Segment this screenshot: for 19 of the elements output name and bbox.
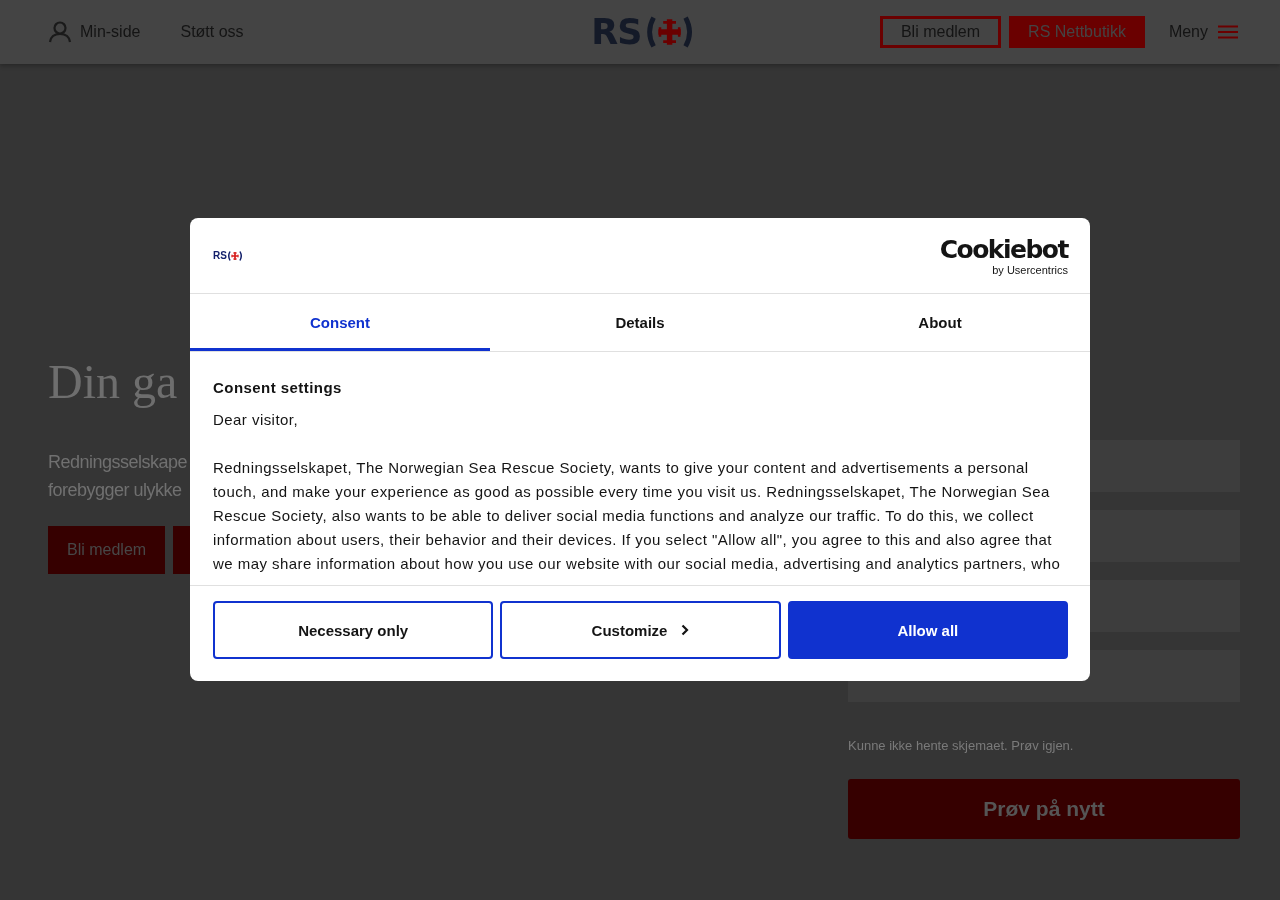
hero-text-line: Redningsselskape bbox=[48, 451, 188, 474]
shop-button[interactable]: RS Nettbutikk bbox=[1009, 16, 1145, 48]
section-heading: Consent settings bbox=[213, 378, 343, 398]
brand-logo: Cookiebot bbox=[939, 235, 1068, 264]
error-message: Kunne ikke hente skjemaet. Prøv igjen. bbox=[848, 738, 1075, 753]
site-logo: RS bbox=[213, 250, 243, 261]
join-button[interactable]: Bli medlem bbox=[48, 526, 166, 574]
tab[interactable]: About bbox=[790, 294, 1090, 351]
consent-text: Redningsselskapet, The Norwegian Sea Rescue Society, wants to give your content and advertisements a personal touch, and make your experience as good as possible every time you visit us. Redningsselskapet, The Norwegian Sea Rescue Society, also wants to be able to deliver social media functions and analyze our traffic. To do this, we collect information about users, their behavior and their devices. If you select "Allow all", you agree to this and also agree that we may share information about how you use our website with our social media, advertising and analytics partners, who bbox=[213, 458, 1062, 574]
brand-tagline: by Usercentrics bbox=[992, 265, 1068, 276]
customize-button[interactable]: Customize bbox=[500, 601, 781, 659]
tab[interactable]: Consent bbox=[190, 294, 490, 351]
tab[interactable]: Details bbox=[490, 294, 790, 351]
greeting-text: Dear visitor, bbox=[213, 410, 300, 430]
allow-all-button[interactable]: Allow all bbox=[787, 601, 1068, 659]
necessary-only-button[interactable]: Necessary only bbox=[213, 601, 494, 659]
hero-heading: Din ga bbox=[48, 354, 178, 410]
hero-text-line: forebygger ulykke bbox=[48, 479, 182, 502]
retry-button[interactable]: Prøv på nytt bbox=[848, 779, 1240, 839]
